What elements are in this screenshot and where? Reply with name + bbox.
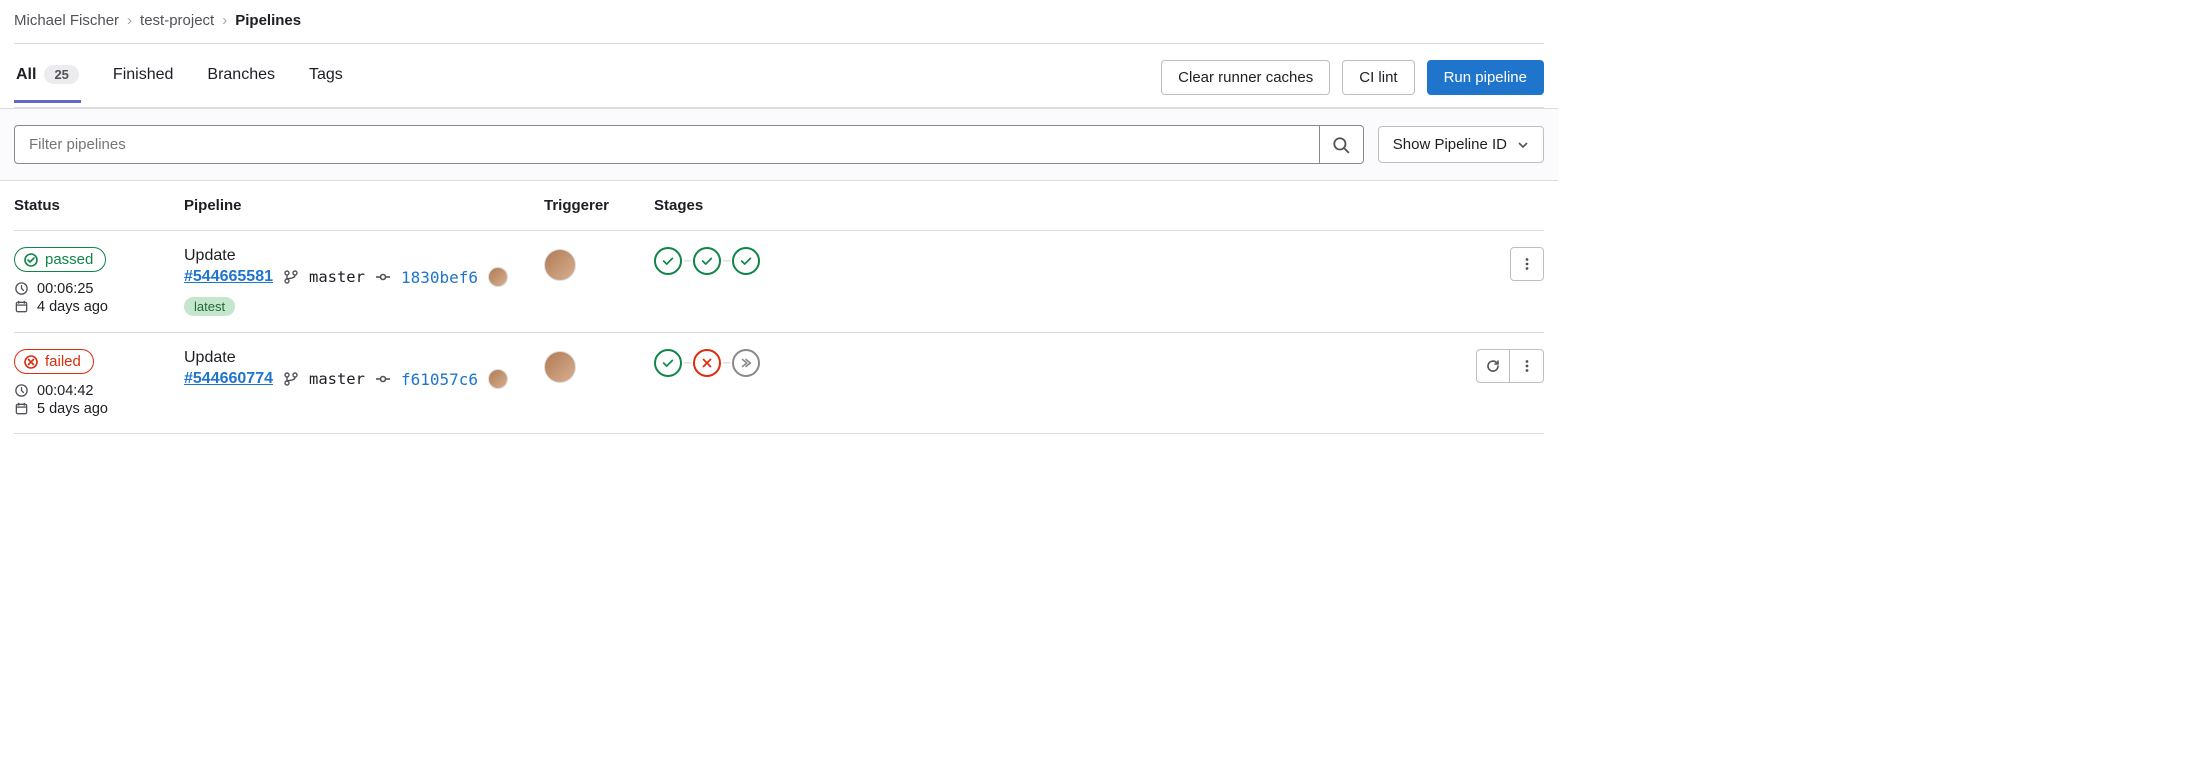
pipeline-commit-title: Update [184,247,544,265]
status-text: failed [45,353,81,370]
pipeline-commit-title: Update [184,349,544,367]
triggerer-avatar[interactable] [544,249,576,281]
commit-sha-link[interactable]: f61057c6 [401,370,478,389]
retry-icon [1485,358,1501,374]
calendar-icon [14,401,29,416]
x-circle-icon [23,354,39,370]
ci-lint-button[interactable]: CI lint [1342,60,1414,95]
commit-icon [375,269,391,285]
stage-connector: ─ [723,358,730,369]
kebab-icon [1519,256,1535,272]
search-icon [1332,136,1350,154]
commit-icon [375,371,391,387]
tab-branches[interactable]: Branches [205,66,277,103]
tab-all-label: All [16,66,36,84]
stage-passed[interactable] [654,247,682,275]
pipelines-table-header: Status Pipeline Triggerer Stages [14,181,1544,231]
branch-icon [283,269,299,285]
column-status: Status [14,197,184,214]
breadcrumb-user[interactable]: Michael Fischer [14,12,119,29]
clock-icon [14,281,29,296]
breadcrumb: Michael Fischer › test-project › Pipelin… [14,10,1544,43]
status-text: passed [45,251,93,268]
pipeline-finished-ago: 4 days ago [37,299,108,315]
calendar-icon [14,299,29,314]
stage-passed[interactable] [693,247,721,275]
filter-pipelines-input[interactable] [15,126,1319,163]
pipeline-actions-menu-button[interactable] [1510,247,1544,281]
show-pipeline-id-dropdown[interactable]: Show Pipeline ID [1378,126,1544,163]
breadcrumb-project[interactable]: test-project [140,12,214,29]
branch-icon [283,371,299,387]
stage-connector: ─ [684,358,691,369]
chevron-right-icon: › [127,12,132,29]
branch-name[interactable]: master [309,370,365,388]
column-pipeline: Pipeline [184,197,544,214]
column-triggerer: Triggerer [544,197,654,214]
chevron-down-icon [1517,139,1529,151]
column-stages: Stages [654,197,1054,214]
pipeline-id-link[interactable]: #544660774 [184,370,273,388]
commit-sha-link[interactable]: 1830bef6 [401,268,478,287]
branch-name[interactable]: master [309,268,365,286]
status-badge-failed[interactable]: failed [14,349,94,374]
pipeline-duration: 00:04:42 [37,383,93,399]
stage-connector: ─ [684,256,691,267]
commit-author-avatar[interactable] [488,369,508,389]
triggerer-avatar[interactable] [544,351,576,383]
run-pipeline-button[interactable]: Run pipeline [1427,60,1544,95]
tab-all-count: 25 [44,65,78,84]
clock-icon [14,383,29,398]
stage-connector: ─ [723,256,730,267]
kebab-icon [1519,358,1535,374]
check-circle-icon [23,252,39,268]
pipeline-id-link[interactable]: #544665581 [184,268,273,286]
pipeline-tabs: All 25 Finished Branches Tags [14,65,345,102]
chevron-right-icon: › [222,12,227,29]
pipeline-duration: 00:06:25 [37,281,93,297]
tab-finished[interactable]: Finished [111,66,175,103]
pipeline-actions-menu-button[interactable] [1510,349,1544,383]
clear-runner-caches-button[interactable]: Clear runner caches [1161,60,1330,95]
tab-all[interactable]: All 25 [14,65,81,103]
tab-tags[interactable]: Tags [307,66,345,103]
pipeline-row: passed 00:06:25 4 days ago Update #54466… [14,231,1544,333]
filter-search-button[interactable] [1319,126,1363,163]
stage-skipped[interactable] [732,349,760,377]
pipeline-finished-ago: 5 days ago [37,401,108,417]
stage-passed[interactable] [654,349,682,377]
status-badge-passed[interactable]: passed [14,247,106,272]
filter-bar: Show Pipeline ID [0,108,1558,181]
pipeline-label: latest [184,297,235,316]
breadcrumb-current: Pipelines [235,12,301,29]
commit-author-avatar[interactable] [488,267,508,287]
stage-passed[interactable] [732,247,760,275]
pipeline-row: failed 00:04:42 5 days ago Update #54466… [14,333,1544,434]
retry-pipeline-button[interactable] [1476,349,1510,383]
stage-failed[interactable] [693,349,721,377]
